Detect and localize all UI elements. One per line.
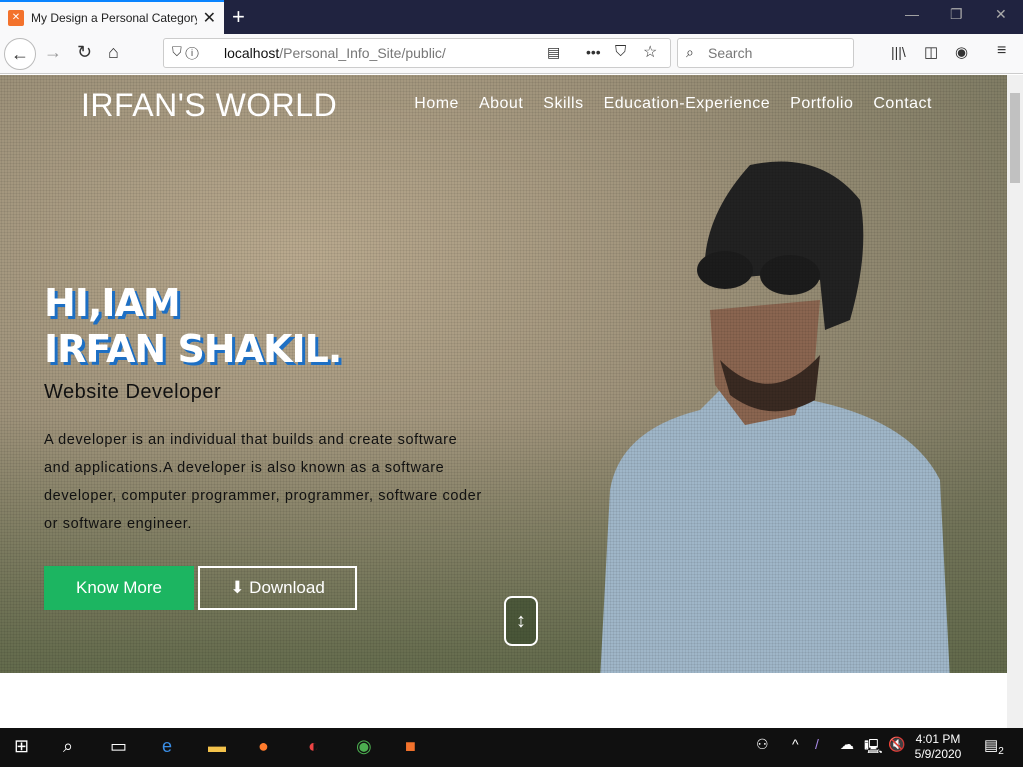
menu-icon[interactable]: ≡	[997, 42, 1006, 60]
sidebar-icon[interactable]: ◫	[924, 43, 938, 61]
page-scrollbar[interactable]	[1007, 75, 1023, 728]
pocket-icon[interactable]: ⛉	[615, 43, 626, 60]
url-host: localhost	[224, 45, 280, 61]
download-icon: ⬇	[230, 578, 250, 597]
minimize-button[interactable]: —	[905, 6, 919, 22]
nav-about[interactable]: About	[479, 95, 523, 113]
search-icon[interactable]: ⌕	[63, 736, 73, 757]
network-icon[interactable]: 🖳	[864, 736, 883, 760]
nav-education-experience[interactable]: Education-Experience	[604, 95, 771, 113]
hero-heading: HI,IAM IRFAN SHAKIL.	[44, 280, 342, 372]
know-more-button[interactable]: Know More	[44, 566, 194, 610]
reload-button[interactable]: ↻	[77, 42, 92, 63]
heading-line-2: IRFAN SHAKIL.	[44, 327, 342, 371]
file-explorer-icon[interactable]: ▬	[208, 736, 226, 757]
forward-button[interactable]: →	[44, 42, 62, 63]
xampp-icon[interactable]: ■	[405, 736, 416, 757]
search-placeholder: Search	[708, 45, 753, 61]
firefox-icon[interactable]: ●	[258, 736, 269, 757]
heading-line-1: HI,IAM	[44, 281, 181, 325]
onedrive-icon[interactable]: ☁	[840, 736, 854, 753]
feather-icon[interactable]: /	[815, 736, 819, 752]
clock-time: 4:01 PM	[915, 732, 961, 746]
search-input[interactable]: Search	[677, 38, 854, 68]
restore-button[interactable]: ❐	[950, 6, 963, 23]
scrollbar-thumb[interactable]	[1010, 93, 1020, 183]
volume-muted-icon[interactable]: 🔇	[888, 736, 905, 753]
xampp-icon: ✕	[8, 10, 24, 26]
home-button[interactable]: ⌂	[108, 42, 119, 63]
hero-description: A developer is an individual that builds…	[44, 432, 482, 532]
close-tab-icon[interactable]: ✕	[203, 8, 216, 28]
bookmark-star-icon[interactable]: ☆	[643, 42, 657, 62]
library-icon[interactable]: |||\	[891, 44, 906, 60]
browser-tab[interactable]: ✕ My Design a Personal Category ✕	[0, 0, 224, 34]
windows-taskbar: ⊞ ⌕ ▭ e ▬ ● ◐ ◉ ■ ⚇ ^ / ☁ 🖳 🔇 4:01 PM 5/9…	[0, 728, 1023, 767]
hero-subtitle: Website Developer	[44, 381, 222, 403]
shield-icon[interactable]: ⛉ ⓘ	[172, 44, 199, 60]
url-path: /Personal_Info_Site/public/	[279, 45, 446, 61]
back-button[interactable]: ←	[4, 38, 36, 70]
tab-title: My Design a Personal Category	[31, 11, 197, 25]
nav-home[interactable]: Home	[414, 95, 459, 113]
download-label: Download	[249, 578, 325, 597]
reader-view-icon[interactable]: ▤	[547, 44, 560, 61]
site-brand[interactable]: IRFAN'S WORLD	[81, 87, 337, 124]
more-actions-icon[interactable]: •••	[586, 44, 601, 60]
search-icon: ⌕	[686, 44, 694, 60]
notification-count: 2	[998, 746, 1004, 757]
chrome-icon[interactable]: ◉	[356, 736, 372, 757]
clock[interactable]: 4:01 PM 5/9/2020	[912, 732, 964, 762]
close-window-button[interactable]: ✕	[995, 6, 1007, 23]
people-icon[interactable]: ⚇	[756, 736, 769, 753]
new-tab-button[interactable]: +	[232, 4, 245, 30]
nav-toolbar: ← → ↻ ⌂ localhost/Personal_Info_Site/pub…	[0, 34, 1023, 74]
account-icon[interactable]: ◉	[955, 43, 968, 61]
show-hidden-icons[interactable]: ^	[792, 736, 799, 752]
title-bar: ✕ My Design a Personal Category ✕ + — ❐ …	[0, 0, 1023, 34]
task-view-icon[interactable]: ▭	[110, 736, 127, 757]
download-button[interactable]: ⬇ Download	[198, 566, 357, 610]
edge-icon[interactable]: e	[162, 736, 172, 757]
start-icon[interactable]: ⊞	[14, 736, 29, 757]
notifications-icon[interactable]: ▤2	[984, 736, 1004, 757]
clock-date: 5/9/2020	[914, 747, 962, 761]
nav-portfolio[interactable]: Portfolio	[790, 95, 853, 113]
scroll-down-button[interactable]: ↕	[504, 596, 538, 646]
paint-icon[interactable]: ◐	[308, 736, 319, 757]
site-nav: Home About Skills Education-Experience P…	[414, 95, 932, 113]
hero-section: IRFAN'S WORLD Home About Skills Educatio…	[0, 75, 1007, 673]
nav-skills[interactable]: Skills	[543, 95, 583, 113]
nav-contact[interactable]: Contact	[873, 95, 932, 113]
